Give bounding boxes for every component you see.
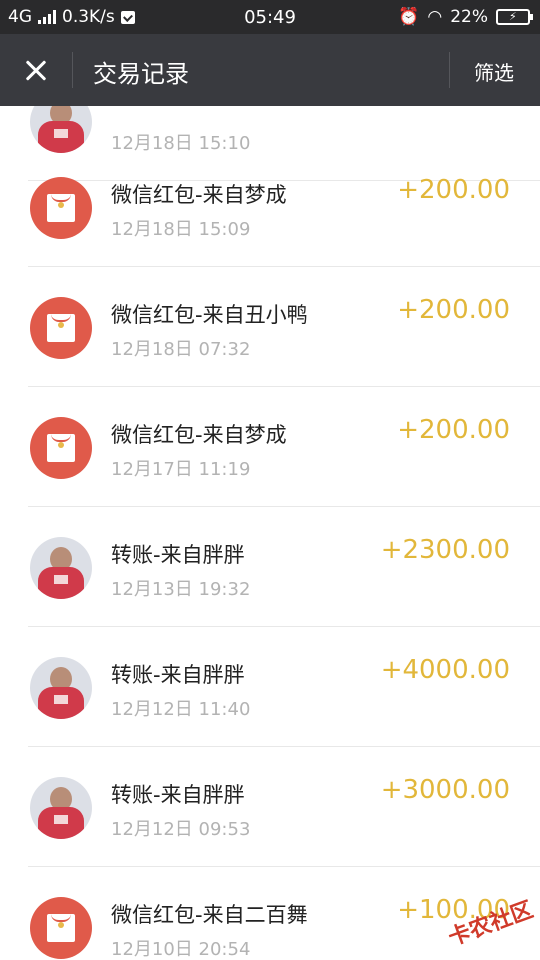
transaction-amount: +200.00 — [397, 175, 510, 205]
transaction-list[interactable]: 12月18日 15:10 微信红包-来自梦成 12月18日 15:09 +200… — [0, 106, 540, 960]
transaction-amount: +4000.00 — [380, 655, 510, 685]
filter-button[interactable]: 筛选 — [474, 57, 514, 86]
status-right: ⏰ ◠ 22% ⚡ — [398, 7, 533, 27]
battery-icon: ⚡ — [496, 9, 533, 25]
divider — [72, 52, 73, 88]
list-item[interactable]: 转账-来自胖胖 12月12日 11:40 +4000.00 — [0, 627, 540, 747]
transaction-time: 12月12日 11:40 — [111, 699, 251, 720]
alarm-icon: ⏰ — [398, 7, 420, 27]
avatar — [30, 106, 92, 153]
page-title: 交易记录 — [93, 60, 189, 88]
transaction-amount: +3000.00 — [380, 775, 510, 805]
transaction-time: 12月17日 11:19 — [111, 459, 251, 480]
transaction-title: 转账-来自胖胖 — [111, 783, 245, 807]
status-bar: 4G 0.3K/s 05:49 ⏰ ◠ 22% ⚡ — [0, 0, 540, 34]
transaction-title: 转账-来自胖胖 — [111, 663, 245, 687]
transaction-title: 微信红包-来自丑小鸭 — [111, 303, 308, 327]
red-packet-icon — [30, 177, 92, 239]
transaction-title: 微信红包-来自梦成 — [111, 183, 287, 207]
avatar — [30, 777, 92, 839]
wifi-icon: ◠ — [427, 7, 443, 27]
list-item[interactable]: 转账-来自胖胖 12月13日 19:32 +2300.00 — [0, 507, 540, 627]
avatar — [30, 537, 92, 599]
battery-level: 22% — [450, 7, 488, 27]
red-packet-icon — [30, 897, 92, 959]
transaction-amount: +200.00 — [397, 295, 510, 325]
title-bar: 交易记录 筛选 — [0, 34, 540, 106]
transaction-title: 微信红包-来自二百舞 — [111, 903, 308, 927]
list-item[interactable]: 微信红包-来自梦成 12月17日 11:19 +200.00 — [0, 387, 540, 507]
transaction-title: 微信红包-来自梦成 — [111, 423, 287, 447]
transaction-time: 12月12日 09:53 — [111, 819, 251, 840]
transaction-title: 转账-来自胖胖 — [111, 543, 245, 567]
transaction-amount: +2300.00 — [380, 535, 510, 565]
transaction-amount: +200.00 — [397, 415, 510, 445]
transaction-time: 12月18日 07:32 — [111, 339, 251, 360]
transaction-time: 12月13日 19:32 — [111, 579, 251, 600]
list-item[interactable]: 微信红包-来自梦成 12月18日 15:09 +200.00 — [0, 147, 540, 267]
transaction-time: 12月18日 15:09 — [111, 219, 251, 240]
divider — [449, 52, 450, 88]
transaction-time: 12月10日 20:54 — [111, 939, 251, 960]
close-icon[interactable] — [14, 50, 58, 90]
list-item[interactable]: 转账-来自胖胖 12月12日 09:53 +3000.00 — [0, 747, 540, 867]
red-packet-icon — [30, 417, 92, 479]
list-item[interactable]: 微信红包-来自丑小鸭 12月18日 07:32 +200.00 — [0, 267, 540, 387]
red-packet-icon — [30, 297, 92, 359]
avatar — [30, 657, 92, 719]
